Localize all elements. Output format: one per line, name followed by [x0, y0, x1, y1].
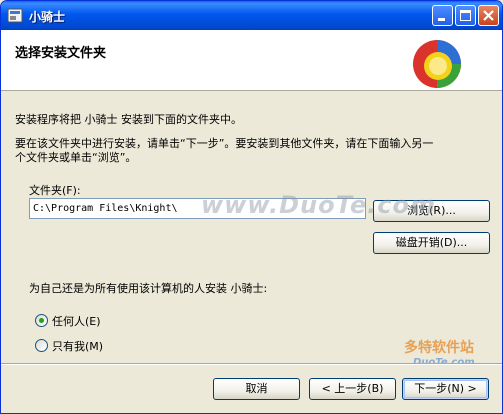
- radio-everyone-label: 任何人(E): [52, 315, 101, 328]
- radio-indicator-unchecked[interactable]: [35, 339, 48, 352]
- close-icon: [483, 10, 494, 21]
- wizard-header: 选择安装文件夹: [1, 30, 502, 91]
- intro-text-1: 安装程序将把 小骑士 安装到下面的文件夹中。: [15, 113, 242, 126]
- page-title: 选择安装文件夹: [15, 46, 107, 61]
- watermark-duote-main: www.DuoTe.com: [201, 191, 436, 219]
- footer-separator: [1, 363, 502, 365]
- close-button[interactable]: [478, 5, 499, 26]
- installer-logo-icon: [413, 40, 461, 88]
- cancel-button[interactable]: 取消: [213, 378, 300, 400]
- minimize-icon: [438, 18, 445, 21]
- next-button[interactable]: 下一步(N) >: [402, 378, 489, 400]
- install-scope-question: 为自己还是为所有使用该计算机的人安装 小骑士:: [29, 282, 268, 295]
- app-icon: [7, 8, 23, 23]
- back-button[interactable]: < 上一步(B): [309, 378, 396, 400]
- folder-label: 文件夹(F):: [29, 184, 81, 197]
- intro-text-2b: 个文件夹或单击“浏览”。: [15, 151, 137, 164]
- title-bar[interactable]: 小骑士: [1, 1, 502, 30]
- disk-cost-button[interactable]: 磁盘开销(D)...: [373, 232, 490, 254]
- intro-text-2a: 要在该文件夹中进行安装，请单击“下一步”。要安装到其他文件夹，请在下面输入另一: [15, 137, 434, 150]
- maximize-button[interactable]: [455, 5, 476, 26]
- radio-just-me-label: 只有我(M): [52, 340, 104, 353]
- window-title: 小骑士: [29, 10, 66, 24]
- minimize-button[interactable]: [432, 5, 453, 26]
- watermark-duote-cn: 多特软件站: [404, 340, 474, 356]
- radio-indicator-checked[interactable]: [35, 314, 48, 327]
- maximize-icon: [460, 10, 471, 21]
- installer-window: 小骑士 选择安装文件夹 安装程序将把 小骑士 安装到下面的文件夹中。 要在该文件…: [0, 0, 503, 414]
